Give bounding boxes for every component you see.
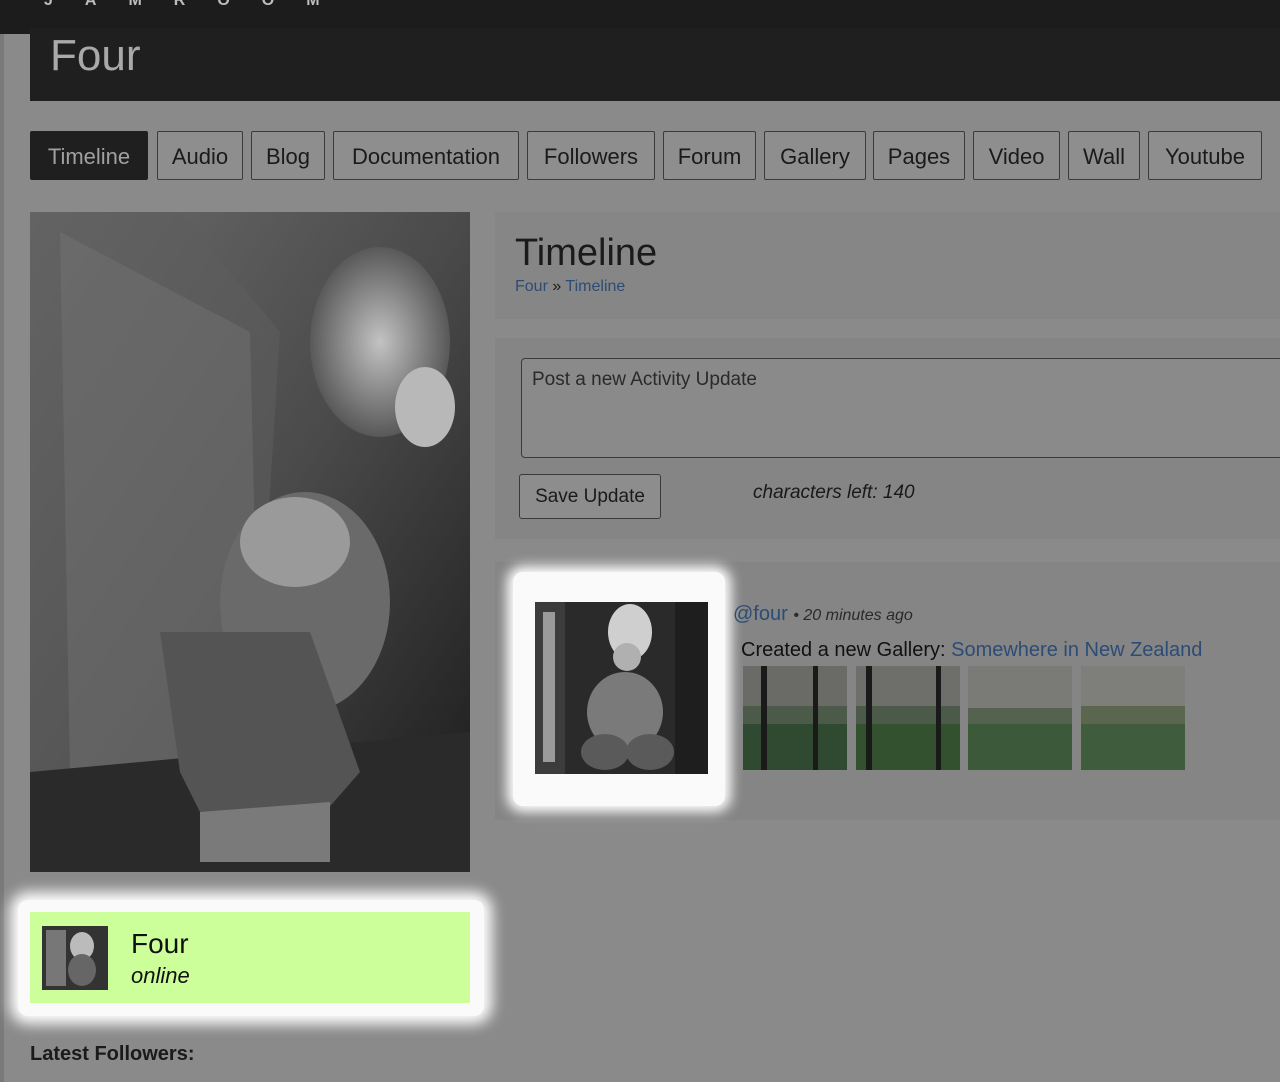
profile-photo-image	[30, 212, 470, 872]
activity-prefix: Created a new Gallery:	[741, 639, 946, 661]
left-rail	[0, 34, 4, 1082]
gallery-thumbnail-image	[856, 666, 960, 770]
brand-logo[interactable]: JAMROOM	[44, 0, 352, 10]
activity-text: Created a new Gallery: Somewhere in New …	[741, 639, 1202, 662]
gallery-thumbnail-image	[968, 666, 1072, 770]
tab-blog[interactable]: Blog	[251, 131, 325, 180]
tab-gallery[interactable]: Gallery	[764, 131, 866, 180]
latest-followers-heading: Latest Followers:	[30, 1043, 195, 1065]
gallery-link[interactable]: Somewhere in New Zealand	[951, 639, 1202, 661]
tab-followers[interactable]: Followers	[527, 131, 655, 180]
gallery-thumbnail-1[interactable]	[743, 666, 847, 770]
activity-update-panel: Save Update characters left: 140	[495, 338, 1280, 539]
gallery-thumbnail-4[interactable]	[1081, 666, 1185, 770]
online-card[interactable]: Four online	[30, 912, 470, 1003]
profile-title[interactable]: Four	[50, 30, 140, 82]
activity-avatar-image	[535, 602, 708, 774]
online-name: Four	[131, 928, 189, 959]
activity-update-input[interactable]	[521, 358, 1280, 458]
tab-wall[interactable]: Wall	[1068, 131, 1140, 180]
gallery-thumbnail-3[interactable]	[968, 666, 1072, 770]
page-title: Timeline	[515, 232, 658, 274]
breadcrumb-separator: »	[552, 278, 562, 295]
activity-item: @four • 20 minutes ago Created a new Gal…	[495, 562, 1280, 820]
gallery-thumbnail-image	[1081, 666, 1185, 770]
tab-pages[interactable]: Pages	[873, 131, 965, 180]
characters-left: characters left: 140	[753, 482, 915, 503]
profile-header: Four	[30, 28, 1280, 101]
gallery-thumbnail-image	[743, 666, 847, 770]
tab-video[interactable]: Video	[973, 131, 1060, 180]
tab-documentation[interactable]: Documentation	[333, 131, 519, 180]
tab-forum[interactable]: Forum	[663, 131, 756, 180]
tab-youtube[interactable]: Youtube	[1148, 131, 1262, 180]
online-status: online	[131, 963, 190, 988]
online-avatar-image	[42, 926, 108, 990]
activity-avatar[interactable]	[535, 602, 708, 774]
breadcrumb-current-link[interactable]: Timeline	[565, 278, 625, 295]
profile-photo[interactable]	[30, 212, 470, 872]
save-update-button[interactable]: Save Update	[519, 474, 661, 519]
activity-meta: @four • 20 minutes ago	[733, 603, 913, 626]
activity-user-link[interactable]: @four	[733, 603, 788, 625]
breadcrumb-profile-link[interactable]: Four	[515, 278, 548, 295]
gallery-thumbnail-2[interactable]	[856, 666, 960, 770]
timeline-header: Timeline Four » Timeline	[495, 212, 1280, 319]
tab-audio[interactable]: Audio	[157, 131, 243, 180]
online-avatar	[42, 926, 108, 990]
breadcrumb: Four » Timeline	[515, 278, 625, 296]
activity-time: • 20 minutes ago	[793, 607, 913, 624]
tab-timeline[interactable]: Timeline	[30, 131, 148, 180]
